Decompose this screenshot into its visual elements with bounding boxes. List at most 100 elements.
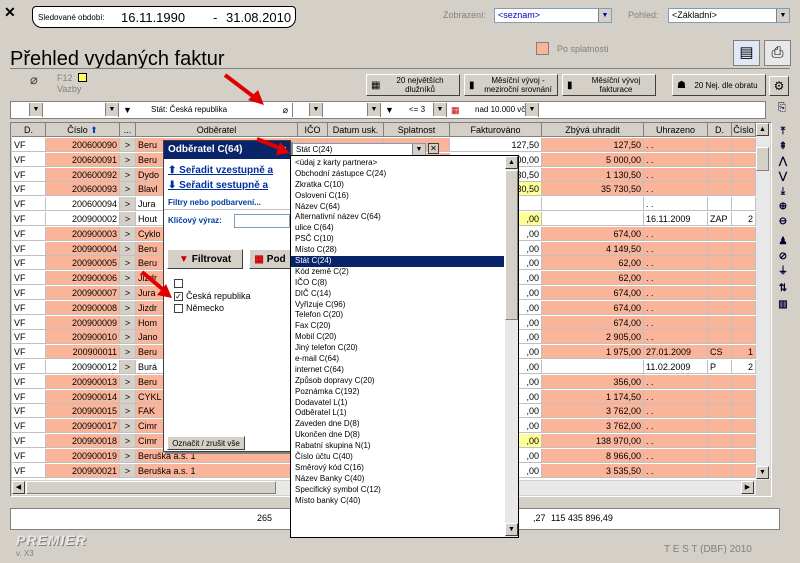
- pod-button[interactable]: ▦ Pod: [249, 249, 291, 269]
- scroll-up-icon[interactable]: ▲: [756, 123, 769, 136]
- filter-datum[interactable]: ▼: [325, 103, 381, 117]
- list-item[interactable]: Fax C(20): [291, 321, 504, 332]
- tag-icon[interactable]: ⊘: [776, 250, 790, 264]
- funnel-icon[interactable]: ⏚: [776, 265, 790, 279]
- row-detail-button[interactable]: >: [120, 197, 136, 212]
- list-scroll-thumb[interactable]: [505, 170, 518, 320]
- row-detail-button[interactable]: >: [120, 152, 136, 167]
- view-select[interactable]: <seznam> ▼: [494, 8, 612, 23]
- col-header[interactable]: ...: [120, 123, 136, 137]
- list-item[interactable]: Telefon C(20): [291, 310, 504, 321]
- last-record-icon[interactable]: ⤓: [776, 185, 790, 199]
- row-detail-button[interactable]: >: [120, 241, 136, 256]
- col-header[interactable]: Číslo ⬆: [46, 123, 120, 137]
- keyword-input[interactable]: [234, 214, 290, 228]
- list-item[interactable]: Ukončen dne D(8): [291, 430, 504, 441]
- list-item[interactable]: Způsob dopravy C(20): [291, 376, 504, 387]
- list-scrollbar[interactable]: ▲ ▼: [505, 156, 518, 537]
- close-icon[interactable]: ✕: [4, 5, 18, 19]
- col-header[interactable]: D.: [708, 123, 732, 137]
- col-header[interactable]: Číslo: [732, 123, 756, 137]
- list-item[interactable]: Zkratka C(10): [291, 180, 504, 191]
- period-box[interactable]: Sledované období: 16.11.1990 - 31.08.201…: [32, 6, 296, 28]
- links-label[interactable]: Vazby: [57, 84, 81, 94]
- prev-page-icon[interactable]: ⇞: [776, 140, 790, 154]
- row-detail-button[interactable]: >: [120, 448, 136, 463]
- list-item[interactable]: IČO C(8): [291, 278, 504, 289]
- col-header[interactable]: Zbývá uhradit: [542, 123, 644, 137]
- hscroll-thumb[interactable]: [26, 481, 276, 494]
- list-item[interactable]: Místo C(28): [291, 245, 504, 256]
- next-record-icon[interactable]: ⋁: [776, 170, 790, 184]
- filter-d[interactable]: ▼: [13, 103, 43, 117]
- col-header[interactable]: Fakturováno: [450, 123, 542, 137]
- list-item[interactable]: Název C(64): [291, 202, 504, 213]
- list-item[interactable]: Číslo účtu C(40): [291, 452, 504, 463]
- zoom-in-icon[interactable]: ⊕: [776, 200, 790, 214]
- list-item[interactable]: Specifický symbol C(12): [291, 485, 504, 496]
- list-item[interactable]: <údaj z karty partnera>: [291, 158, 504, 169]
- row-detail-button[interactable]: >: [120, 182, 136, 197]
- row-detail-button[interactable]: >: [120, 374, 136, 389]
- top20-debtors-button[interactable]: ▦ 20 největších dlužníků: [366, 74, 460, 96]
- row-detail-button[interactable]: >: [120, 315, 136, 330]
- scroll-right-icon[interactable]: ▶: [741, 481, 754, 494]
- row-detail-button[interactable]: >: [120, 256, 136, 271]
- field-list[interactable]: <údaj z karty partnera> Obchodní zástupce…: [290, 155, 519, 538]
- col-header[interactable]: D.: [12, 123, 46, 137]
- print-preview-icon[interactable]: ▤: [733, 40, 760, 66]
- zoom-out-icon[interactable]: ⊖: [776, 215, 790, 229]
- list-item[interactable]: e-mail C(64): [291, 354, 504, 365]
- scroll-down-icon[interactable]: ▼: [505, 523, 518, 536]
- prev-record-icon[interactable]: ⋀: [776, 155, 790, 169]
- filter-ico[interactable]: ▼: [295, 103, 323, 117]
- sort-desc-link[interactable]: ⬇ Seřadit sestupně a: [168, 180, 268, 191]
- scroll-left-icon[interactable]: ◀: [12, 481, 25, 494]
- list-item[interactable]: Místo banky C(40): [291, 496, 504, 507]
- chart-icon[interactable]: ▥: [776, 298, 790, 312]
- row-detail-button[interactable]: >: [120, 138, 136, 152]
- row-detail-button[interactable]: >: [120, 463, 136, 478]
- close-icon[interactable]: ✕: [428, 143, 439, 154]
- top20-turnover-button[interactable]: ☗ 20 Nej. dle obratu: [672, 74, 766, 96]
- list-item[interactable]: PSČ C(10): [291, 234, 504, 245]
- list-item[interactable]: Dodavatel L(1): [291, 398, 504, 409]
- scroll-down-icon[interactable]: ▼: [756, 466, 769, 479]
- col-header[interactable]: Splatnost: [384, 123, 450, 137]
- row-detail-button[interactable]: >: [120, 286, 136, 300]
- filter-cislo[interactable]: ▼: [45, 103, 119, 117]
- person-icon[interactable]: ♟: [776, 235, 790, 249]
- list-item[interactable]: Název Banky C(40): [291, 474, 504, 485]
- list-item[interactable]: Mobil C(20): [291, 332, 504, 343]
- list-item[interactable]: Zaveden dne D(8): [291, 419, 504, 430]
- col-header[interactable]: IČO: [298, 123, 328, 137]
- row-detail-button[interactable]: >: [120, 419, 136, 434]
- row-detail-button[interactable]: >: [120, 389, 136, 404]
- row-detail-button[interactable]: >: [120, 212, 136, 226]
- settings-icon[interactable]: ⚙: [769, 76, 789, 96]
- filter-splatnost[interactable]: ▼ <= 3 ▼: [383, 103, 447, 117]
- row-detail-button[interactable]: >: [120, 300, 136, 315]
- list-item[interactable]: Kód země C(2): [291, 267, 504, 278]
- list-item[interactable]: Stát C(24): [291, 256, 504, 267]
- list-item[interactable]: Odběratel L(1): [291, 408, 504, 419]
- filter-fakturovano[interactable]: ▦ nad 10.000 vč ▼: [449, 103, 539, 117]
- row-detail-button[interactable]: >: [120, 360, 136, 374]
- list-item[interactable]: Obchodní zástupce C(24): [291, 169, 504, 180]
- row-detail-button[interactable]: >: [120, 330, 136, 345]
- row-detail-button[interactable]: >: [120, 167, 136, 182]
- monthly-invoicing-button[interactable]: ▮ Měsíční vývoj fakturace: [562, 74, 656, 96]
- row-detail-button[interactable]: >: [120, 271, 136, 286]
- list-item[interactable]: Poznámka C(192): [291, 387, 504, 398]
- row-detail-button[interactable]: >: [120, 345, 136, 360]
- row-detail-button[interactable]: >: [120, 434, 136, 448]
- col-header[interactable]: Odběratel: [136, 123, 298, 137]
- list-item[interactable]: Jiný telefon C(20): [291, 343, 504, 354]
- list-item[interactable]: Oslovení C(16): [291, 191, 504, 202]
- printer-icon[interactable]: ⎙: [764, 40, 791, 66]
- row-detail-button[interactable]: >: [120, 226, 136, 241]
- toggle-all-button[interactable]: Označit / zrušit vše: [167, 436, 245, 450]
- vertical-scrollbar[interactable]: ▲ ▼: [756, 123, 770, 480]
- export-icon[interactable]: ⎘: [775, 102, 789, 116]
- col-header[interactable]: Datum usk.: [328, 123, 384, 137]
